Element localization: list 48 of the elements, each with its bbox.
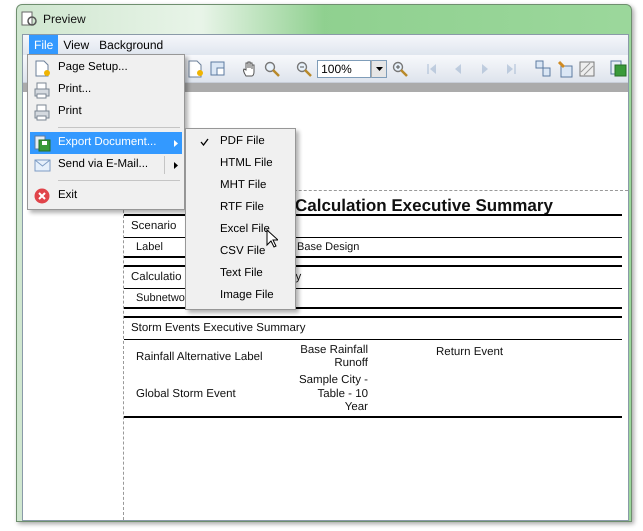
menu-item[interactable]: Send via E-Mail... (30, 154, 182, 176)
save-icon[interactable] (610, 60, 628, 78)
table-cell-text: Sample City - Table - 10 Year (298, 374, 368, 414)
menu-item[interactable]: Page Setup... (30, 57, 182, 79)
pages-icon[interactable] (534, 60, 552, 78)
menu-item[interactable]: Text File (186, 263, 295, 285)
menu-item[interactable]: Background (94, 35, 168, 55)
app-icon (21, 11, 37, 27)
page-icon (34, 60, 51, 76)
submenu-arrow-icon (174, 162, 178, 168)
section-header: Storm Events Executive Summary (131, 320, 306, 336)
close-icon (34, 188, 51, 204)
section-header: y (296, 270, 302, 285)
submenu-arrow-icon (174, 140, 178, 146)
zoom-out-icon[interactable] (295, 60, 314, 78)
table-cell-text: Label (136, 240, 163, 255)
menu-item[interactable]: RTF File (186, 197, 295, 219)
menu-item[interactable]: Image File (186, 285, 295, 307)
table-cell-text: Subnetwo (136, 290, 185, 306)
table-cell-text: Rainfall Alternative Label (136, 350, 264, 365)
table-cell-text: Base Design (297, 240, 360, 255)
table-cell-text: Base Rainfall Runoff (299, 344, 368, 370)
menu-item[interactable]: View (58, 35, 94, 55)
scale-icon[interactable] (209, 60, 227, 78)
menu-item[interactable]: Excel File (186, 219, 295, 241)
zoom-field[interactable]: 100% (317, 60, 372, 78)
section-header: Scenario (131, 218, 176, 234)
window-title: Preview (43, 11, 86, 28)
page-setup-icon[interactable] (187, 60, 205, 78)
envelope-icon (34, 156, 51, 174)
section-header: Calculatio (131, 270, 182, 285)
menu-item[interactable]: MHT File (186, 175, 295, 197)
printer-icon (34, 104, 51, 120)
printer-icon (34, 82, 51, 98)
caret-icon (376, 66, 383, 70)
report-title: Calculation Executive Summary (295, 195, 553, 217)
dropdown-button[interactable] (371, 60, 388, 78)
menu-item[interactable]: Exit (30, 185, 182, 207)
menu-item[interactable]: HTML File (186, 153, 295, 175)
menu-item[interactable]: Print (30, 101, 182, 123)
table-cell-text: Return Event (436, 345, 504, 360)
save-icon (34, 134, 51, 152)
menu-item[interactable]: Print... (30, 79, 182, 101)
menu-item[interactable]: CSV File (186, 241, 295, 263)
zoom-in-icon[interactable] (391, 60, 410, 78)
table-cell-text: Global Storm Event (136, 386, 237, 402)
magnifier-icon[interactable] (263, 60, 282, 78)
menu-item[interactable]: PDF File (186, 131, 295, 153)
